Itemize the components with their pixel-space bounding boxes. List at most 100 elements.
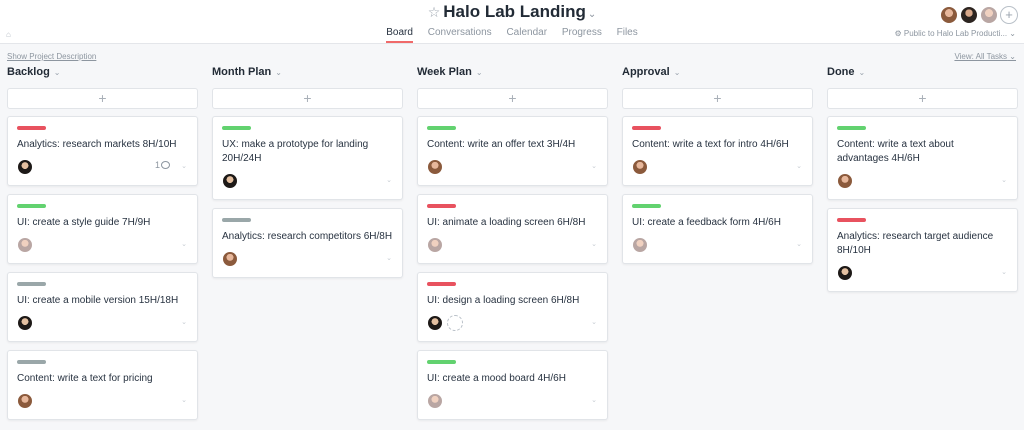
assignee-avatar[interactable]: [837, 265, 853, 281]
task-card[interactable]: UI: animate a loading screen 6H/8H ⌄: [417, 194, 608, 264]
card-chevron-down-icon[interactable]: ⌄: [591, 240, 597, 248]
card-list: Analytics: research markets 8H/10H 1 ⌄ UI…: [7, 116, 198, 420]
task-card[interactable]: Content: write an offer text 3H/4H ⌄: [417, 116, 608, 186]
card-footer: ⌄: [17, 393, 188, 411]
column-header[interactable]: Month Plan ⌄: [212, 66, 403, 84]
board-column: Approval ⌄ + Content: write a text for in…: [622, 66, 813, 272]
assignee-avatar[interactable]: [837, 173, 853, 189]
board-column: Week Plan ⌄ + Content: write an offer tex…: [417, 66, 608, 428]
task-card[interactable]: UI: create a style guide 7H/9H ⌄: [7, 194, 198, 264]
board-column: Month Plan ⌄ + UX: make a prototype for l…: [212, 66, 403, 286]
card-footer: ⌄: [17, 237, 188, 255]
task-card[interactable]: Content: write a text about advantages 4…: [827, 116, 1018, 200]
card-chevron-down-icon[interactable]: ⌄: [591, 318, 597, 326]
assignee-avatar[interactable]: [632, 237, 648, 253]
card-chevron-down-icon[interactable]: ⌄: [1001, 268, 1007, 276]
member-avatar[interactable]: [980, 6, 998, 24]
column-header[interactable]: Week Plan ⌄: [417, 66, 608, 84]
card-chevron-down-icon[interactable]: ⌄: [796, 162, 802, 170]
column-header[interactable]: Done ⌄: [827, 66, 1018, 84]
assignee-avatar[interactable]: [427, 315, 443, 331]
assignee-avatar[interactable]: [222, 173, 238, 189]
tab-calendar[interactable]: Calendar: [506, 27, 547, 41]
assignee-avatar[interactable]: [17, 159, 33, 175]
assignee-avatar[interactable]: [632, 159, 648, 175]
add-task-button[interactable]: +: [417, 88, 608, 109]
card-chevron-down-icon[interactable]: ⌄: [181, 162, 187, 170]
task-card[interactable]: Analytics: research markets 8H/10H 1 ⌄: [7, 116, 198, 186]
member-avatar[interactable]: [940, 6, 958, 24]
board-column: Backlog ⌄ + Analytics: research markets 8…: [7, 66, 198, 428]
column-chevron-down-icon[interactable]: ⌄: [54, 68, 61, 77]
task-card[interactable]: UX: make a prototype for landing 20H/24H…: [212, 116, 403, 200]
tab-board[interactable]: Board: [386, 27, 413, 43]
card-footer: ⌄: [632, 159, 803, 177]
favorite-star-icon[interactable]: ☆: [428, 4, 441, 20]
card-list: Content: write a text about advantages 4…: [827, 116, 1018, 292]
card-chevron-down-icon[interactable]: ⌄: [386, 176, 392, 184]
task-card[interactable]: UI: create a mood board 4H/6H ⌄: [417, 350, 608, 420]
show-description-link[interactable]: Show Project Description: [7, 52, 96, 61]
task-card[interactable]: Content: write a text for intro 4H/6H ⌄: [622, 116, 813, 186]
tag-color-bar: [837, 126, 866, 130]
column-title: Approval: [622, 66, 670, 78]
card-footer: ⌄: [632, 237, 803, 255]
add-task-button[interactable]: +: [7, 88, 198, 109]
add-assignee-icon[interactable]: [447, 315, 463, 331]
card-chevron-down-icon[interactable]: ⌄: [796, 240, 802, 248]
column-chevron-down-icon[interactable]: ⌄: [275, 68, 282, 77]
add-member-icon[interactable]: +: [1000, 6, 1018, 24]
column-title: Week Plan: [417, 66, 472, 78]
task-title: Content: write a text for pricing: [17, 373, 153, 384]
card-chevron-down-icon[interactable]: ⌄: [1001, 176, 1007, 184]
task-card[interactable]: UI: create a mobile version 15H/18H ⌄: [7, 272, 198, 342]
add-task-button[interactable]: +: [827, 88, 1018, 109]
task-card[interactable]: UI: design a loading screen 6H/8H ⌄: [417, 272, 608, 342]
column-header[interactable]: Backlog ⌄: [7, 66, 198, 84]
view-filter-dropdown[interactable]: View: All Tasks ⌄: [954, 52, 1016, 61]
task-card[interactable]: UI: create a feedback form 4H/6H ⌄: [622, 194, 813, 264]
task-card[interactable]: Analytics: research competitors 6H/8H ⌄: [212, 208, 403, 278]
card-footer: ⌄: [427, 393, 598, 411]
assignee-avatar[interactable]: [17, 237, 33, 253]
assignee-avatar[interactable]: [427, 159, 443, 175]
card-chevron-down-icon[interactable]: ⌄: [181, 396, 187, 404]
task-card[interactable]: Content: write a text for pricing ⌄: [7, 350, 198, 420]
task-card[interactable]: Analytics: research target audience 8H/1…: [827, 208, 1018, 292]
column-chevron-down-icon[interactable]: ⌄: [674, 68, 681, 77]
task-title: Content: write a text about advantages 4…: [837, 139, 954, 164]
column-title: Month Plan: [212, 66, 272, 78]
card-chevron-down-icon[interactable]: ⌄: [386, 254, 392, 262]
project-header: ⌂ ☆ Halo Lab Landing ⌄ Board Conversations…: [0, 0, 1024, 44]
column-header[interactable]: Approval ⌄: [622, 66, 813, 84]
task-title: UI: create a mobile version 15H/18H: [17, 295, 179, 306]
card-chevron-down-icon[interactable]: ⌄: [591, 162, 597, 170]
privacy-setting[interactable]: ⚙ Public to Halo Lab Producti... ⌄: [894, 29, 1016, 38]
card-footer: ⌄: [427, 159, 598, 177]
column-chevron-down-icon[interactable]: ⌄: [476, 68, 483, 77]
tab-files[interactable]: Files: [617, 27, 638, 41]
assignee-avatar[interactable]: [427, 393, 443, 409]
tag-color-bar: [427, 360, 456, 364]
assignee-avatar[interactable]: [427, 237, 443, 253]
add-task-button[interactable]: +: [622, 88, 813, 109]
assignee-avatar[interactable]: [17, 393, 33, 409]
tag-color-bar: [427, 126, 456, 130]
task-title: UX: make a prototype for landing 20H/24H: [222, 139, 369, 164]
card-chevron-down-icon[interactable]: ⌄: [181, 240, 187, 248]
tab-conversations[interactable]: Conversations: [428, 27, 492, 41]
column-chevron-down-icon[interactable]: ⌄: [859, 68, 866, 77]
tag-color-bar: [837, 218, 866, 222]
add-task-button[interactable]: +: [212, 88, 403, 109]
assignee-avatar[interactable]: [222, 251, 238, 267]
member-avatar[interactable]: [960, 6, 978, 24]
comment-count[interactable]: 1: [155, 160, 170, 170]
tab-progress[interactable]: Progress: [562, 27, 602, 41]
project-title[interactable]: Halo Lab Landing: [443, 2, 586, 21]
card-chevron-down-icon[interactable]: ⌄: [591, 396, 597, 404]
card-footer: ⌄: [17, 315, 188, 333]
card-chevron-down-icon[interactable]: ⌄: [181, 318, 187, 326]
assignee-avatar[interactable]: [17, 315, 33, 331]
column-title: Done: [827, 66, 855, 78]
title-chevron-down-icon[interactable]: ⌄: [588, 9, 596, 20]
